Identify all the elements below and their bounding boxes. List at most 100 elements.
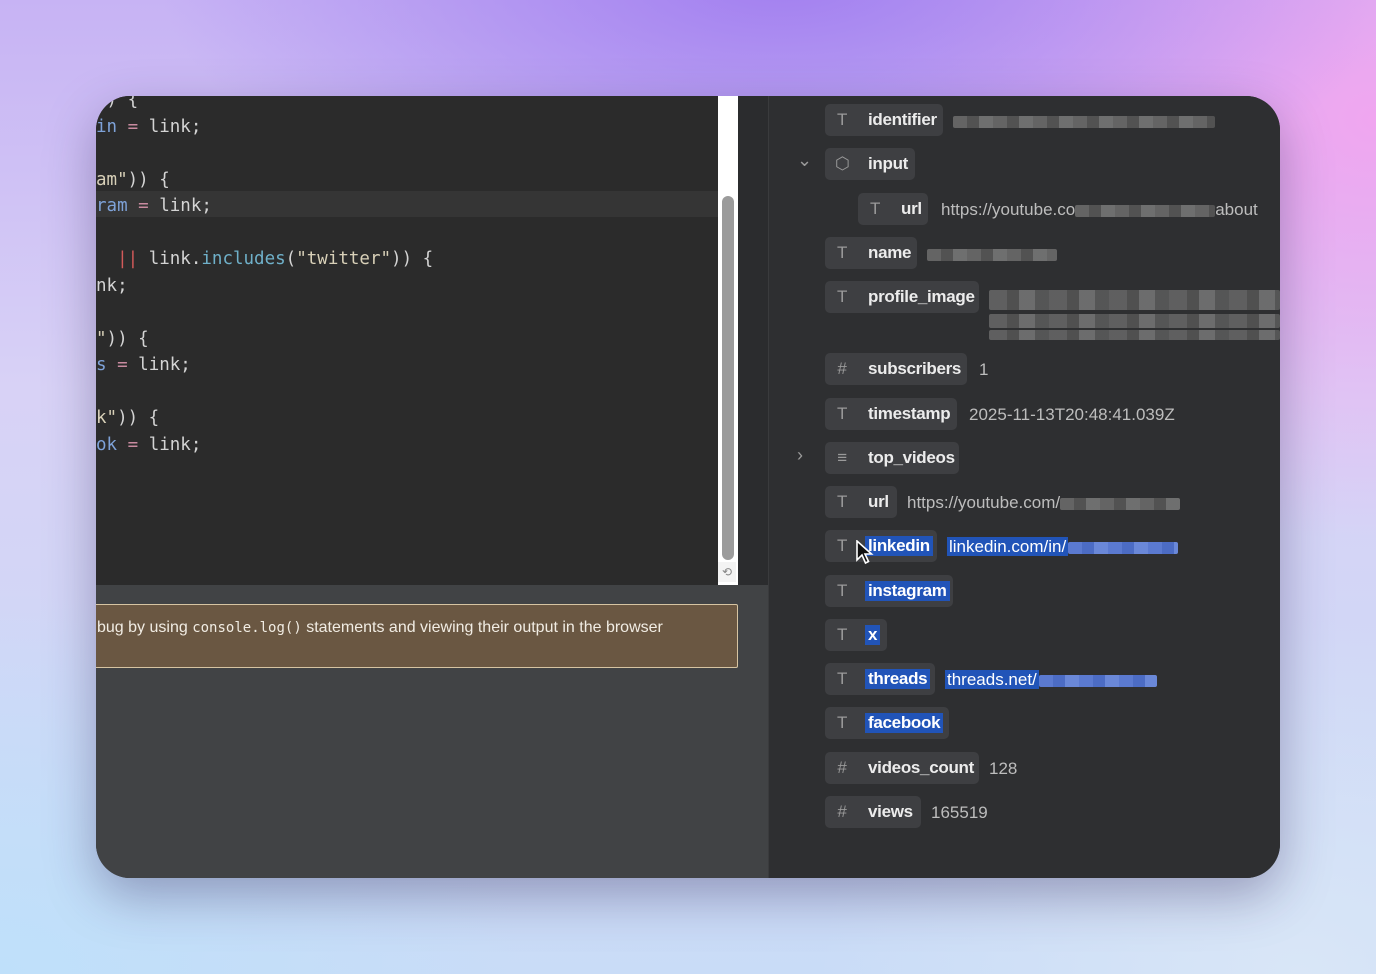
field-key-label: linkedin	[865, 536, 933, 556]
text-type-icon: T	[836, 625, 848, 644]
field-key-chip[interactable]: Turl	[825, 486, 897, 518]
field-key-label: url	[868, 492, 889, 511]
resize-handle-icon[interactable]: ⟲	[718, 562, 736, 582]
field-value[interactable]: threads.net/	[945, 670, 1157, 690]
field-row-top-videos[interactable]: › ≡ top_videos	[769, 442, 1280, 474]
field-row-identifier[interactable]: Tidentifier	[769, 104, 1280, 136]
field-key-chip[interactable]: # subscribers	[825, 353, 967, 385]
text-type-icon: T	[836, 581, 848, 600]
code-token: am"	[96, 169, 128, 190]
code-line[interactable]: in = link;	[96, 114, 201, 140]
code-line[interactable]: )) {	[96, 96, 138, 113]
object-type-icon: ⬡	[835, 154, 850, 173]
code-token: =	[127, 196, 160, 216]
field-value-text: 165519	[931, 803, 988, 822]
code-token: )) {	[127, 169, 170, 190]
field-row-threads[interactable]: Tthreads threads.net/	[769, 663, 1280, 695]
code-line[interactable]: ok = link;	[96, 432, 201, 458]
code-line[interactable]: k")) {	[96, 405, 159, 431]
text-type-icon: T	[836, 110, 848, 129]
profile-image-value-blurred-3	[989, 330, 1280, 340]
field-key-label: name	[868, 243, 912, 262]
field-key-label: identifier	[868, 110, 937, 129]
field-value[interactable]: 1	[979, 360, 988, 380]
field-row-linkedin[interactable]: Tlinkedin linkedin.com/in/	[769, 530, 1280, 562]
code-line[interactable]: am")) {	[96, 167, 170, 193]
field-row-url[interactable]: Turl https://youtube.com/	[769, 486, 1280, 518]
field-row-timestamp[interactable]: Ttimestamp 2025-11-13T20:48:41.039Z	[769, 398, 1280, 430]
field-row-input[interactable]: ⌄ ⬡ input	[769, 148, 1280, 180]
editor-scrollbar-thumb[interactable]	[722, 196, 734, 560]
profile-image-value-blurred	[989, 290, 1280, 310]
redacted-value	[1068, 541, 1179, 554]
field-key-chip[interactable]: Tname	[825, 237, 917, 269]
field-value[interactable]: https://youtube.co about	[941, 200, 1258, 220]
field-row-subscribers[interactable]: # subscribers 1	[769, 353, 1280, 385]
code-token: "twitter"	[296, 249, 392, 269]
field-row-name[interactable]: Tname	[769, 237, 1280, 269]
field-key-label: threads	[865, 669, 931, 689]
field-row-x[interactable]: Tx	[769, 619, 1280, 651]
code-editor[interactable]: )) {in = link; am")) {ram = link; || link…	[96, 96, 718, 585]
field-key-chip[interactable]: Tthreads	[825, 663, 935, 695]
chevron-down-icon[interactable]: ⌄	[797, 150, 812, 171]
text-type-icon: T	[869, 199, 881, 218]
code-token: link;	[148, 434, 202, 455]
field-key-chip[interactable]: Tfacebook	[825, 707, 949, 739]
code-token: )) {	[391, 249, 434, 269]
field-row-views[interactable]: # views 165519	[769, 796, 1280, 828]
field-key-chip[interactable]: Tprofile_image	[825, 281, 979, 313]
code-token: "	[96, 328, 107, 349]
code-line[interactable]: ")) {	[96, 326, 149, 352]
debug-tip-text: bug by using console.log() statements an…	[97, 619, 663, 637]
chevron-right-icon[interactable]: ›	[797, 445, 803, 466]
code-token: ok	[96, 434, 118, 455]
field-key-chip[interactable]: # views	[825, 796, 921, 828]
code-token: )) {	[106, 328, 149, 349]
field-row-instagram[interactable]: Tinstagram	[769, 575, 1280, 607]
field-key-chip[interactable]: Tinstagram	[825, 575, 953, 607]
text-type-icon: T	[836, 669, 848, 688]
field-key-chip[interactable]: ⬡ input	[825, 148, 915, 180]
field-value-text: 128	[989, 759, 1018, 778]
field-value[interactable]: https://youtube.com/	[907, 493, 1181, 513]
number-type-icon: #	[837, 359, 847, 378]
field-row-videos-count[interactable]: # videos_count 128	[769, 752, 1280, 784]
code-token: includes	[201, 249, 286, 269]
field-key-label: instagram	[865, 581, 950, 601]
field-key-chip[interactable]: Turl	[858, 193, 928, 225]
text-type-icon: T	[836, 492, 848, 511]
field-key-chip[interactable]: Tidentifier	[825, 104, 943, 136]
field-value-text: 2025-11-13T20:48:41.039Z	[969, 405, 1175, 424]
tip-code: console.log()	[192, 620, 302, 636]
profile-image-value-blurred-2	[989, 314, 1280, 328]
field-value[interactable]	[927, 244, 1057, 264]
field-key-chip[interactable]: Tx	[825, 619, 887, 651]
field-value-text: https://youtube.co	[941, 200, 1076, 219]
field-row-url[interactable]: Turl https://youtube.co about	[769, 193, 1280, 225]
code-token: s	[96, 355, 107, 375]
field-key-chip[interactable]: Tlinkedin	[825, 530, 937, 562]
field-row-facebook[interactable]: Tfacebook	[769, 707, 1280, 739]
code-line[interactable]: s = link;	[96, 352, 191, 378]
code-line[interactable]: ram = link;	[96, 193, 212, 219]
field-value[interactable]: 128	[989, 759, 1017, 779]
field-key-chip[interactable]: ≡ top_videos	[825, 442, 959, 474]
field-value[interactable]	[953, 111, 1215, 131]
code-line[interactable]: nk;	[96, 273, 128, 299]
field-value[interactable]: linkedin.com/in/	[947, 537, 1179, 557]
code-line[interactable]: || link.includes("twitter")) {	[96, 246, 433, 272]
list-type-icon: ≡	[837, 448, 847, 467]
field-key-chip[interactable]: Ttimestamp	[825, 398, 957, 430]
field-value[interactable]: 165519	[931, 803, 988, 823]
field-key-label: subscribers	[868, 359, 962, 378]
text-type-icon: T	[836, 404, 848, 423]
code-token: in	[96, 116, 118, 137]
field-key-label: x	[865, 625, 881, 645]
code-token: k"	[96, 408, 118, 428]
field-value[interactable]: 2025-11-13T20:48:41.039Z	[969, 405, 1175, 425]
code-token: =	[117, 434, 149, 455]
field-key-chip[interactable]: # videos_count	[825, 752, 979, 784]
tip-prefix: bug by using	[97, 619, 193, 636]
